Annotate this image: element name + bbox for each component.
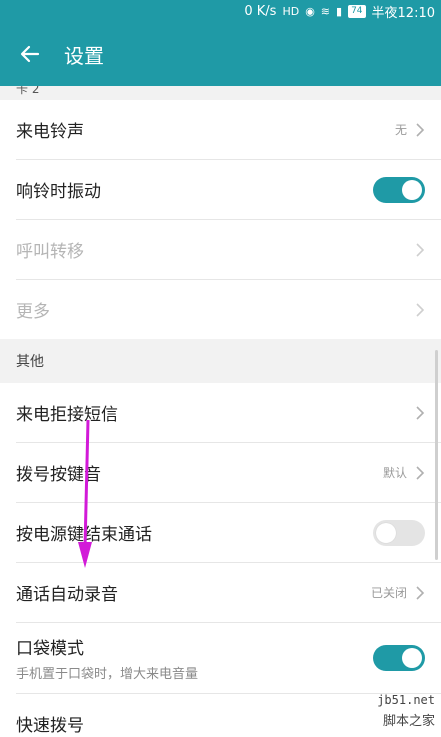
- row-label: 呼叫转移: [16, 242, 84, 262]
- page-title: 设置: [64, 43, 104, 68]
- row-label: 更多: [16, 302, 50, 322]
- chevron-right-icon: [416, 465, 425, 480]
- row-value: 默认: [382, 466, 407, 480]
- section-header-other: 其他: [0, 339, 441, 383]
- scrollbar[interactable]: [435, 350, 438, 560]
- toggle-knob: [402, 179, 422, 200]
- wifi-icon: ≋: [320, 4, 331, 18]
- row-label: 按电源键结束通话: [16, 520, 373, 545]
- toggle-knob: [376, 522, 396, 543]
- hd-icon: HD: [282, 4, 300, 18]
- chevron-right-icon: [416, 585, 425, 600]
- chevron-right-icon: [416, 302, 425, 317]
- signal-icon: ▮: [336, 4, 343, 18]
- watermark-site: jb51.net: [377, 693, 435, 707]
- vibrate-toggle[interactable]: [373, 176, 425, 203]
- chevron-right-icon: [416, 242, 425, 257]
- settings-list[interactable]: 卡 2 来电铃声 无 响铃时振动 呼叫转移 更多 其他 来电拒接短信 拨号按键音…: [0, 86, 441, 737]
- annotation-arrow-icon: [78, 420, 92, 568]
- app-bar: 设置: [0, 22, 441, 86]
- row-label: 通话自动录音: [16, 585, 118, 605]
- chevron-right-icon: [416, 405, 425, 420]
- row-power-key-end-call[interactable]: 按电源键结束通话: [0, 503, 441, 562]
- row-speed-dial[interactable]: 快速拨号: [0, 694, 441, 737]
- row-text: 口袋模式 手机置于口袋时，增大来电音量: [16, 634, 373, 682]
- power-key-toggle[interactable]: [373, 519, 425, 546]
- row-label: 快速拨号: [16, 716, 84, 736]
- row-call-forwarding[interactable]: 呼叫转移: [0, 220, 441, 279]
- row-label: 口袋模式: [16, 639, 84, 659]
- row-auto-record[interactable]: 通话自动录音 已关闭: [0, 563, 441, 622]
- watermark-name: 脚本之家: [382, 714, 435, 729]
- back-button[interactable]: [0, 22, 60, 86]
- row-label: 拨号按键音: [16, 465, 101, 485]
- row-vibrate-on-ring[interactable]: 响铃时振动: [0, 160, 441, 219]
- eye-icon: ◉: [305, 4, 315, 18]
- toggle-knob: [402, 648, 422, 668]
- row-pocket-mode[interactable]: 口袋模式 手机置于口袋时，增大来电音量: [0, 623, 441, 693]
- row-value: 已关闭: [370, 586, 407, 600]
- row-subtitle: 手机置于口袋时，增大来电音量: [16, 667, 199, 682]
- row-value: 无: [394, 123, 407, 137]
- section-header-sim2: 卡 2: [0, 86, 441, 100]
- status-bar: 0 K/s HD ◉ ≋ ▮ 74 半夜12:10: [0, 0, 441, 22]
- back-arrow-icon: [20, 45, 40, 63]
- row-label: 响铃时振动: [16, 182, 101, 202]
- row-more[interactable]: 更多: [0, 280, 441, 339]
- row-dial-tone[interactable]: 拨号按键音 默认: [0, 443, 441, 502]
- battery-icon: 74: [348, 4, 366, 18]
- clock: 半夜12:10: [371, 5, 435, 21]
- row-ringtone[interactable]: 来电铃声 无: [0, 100, 441, 159]
- pocket-mode-toggle[interactable]: [373, 645, 425, 671]
- row-reject-sms[interactable]: 来电拒接短信: [0, 383, 441, 442]
- net-speed: 0 K/s: [244, 3, 277, 19]
- chevron-right-icon: [416, 122, 425, 137]
- row-label: 来电铃声: [16, 122, 84, 142]
